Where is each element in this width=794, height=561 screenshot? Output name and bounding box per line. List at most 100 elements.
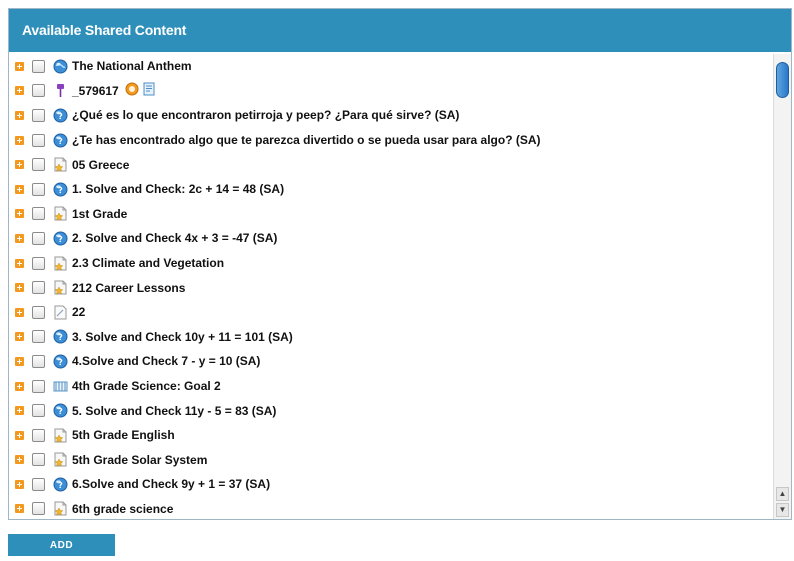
select-checkbox[interactable] — [32, 404, 45, 418]
expand-icon[interactable] — [15, 61, 24, 71]
list-item-label: ¿Qué es lo que encontraron petirroja y p… — [72, 108, 460, 123]
pin-icon — [53, 83, 68, 98]
list-item[interactable]: 6th grade science — [9, 497, 773, 519]
list-item[interactable]: ? 3. Solve and Check 10y + 11 = 101 (SA) — [9, 325, 773, 350]
list-item-label: 4.Solve and Check 7 - y = 10 (SA) — [72, 354, 261, 369]
list-item[interactable]: ? 2. Solve and Check 4x + 3 = -47 (SA) — [9, 226, 773, 251]
content-list[interactable]: The National Anthem _579617? ¿Qué es lo qu… — [9, 54, 773, 519]
list-item[interactable]: 212 Career Lessons — [9, 275, 773, 300]
expand-icon[interactable] — [15, 258, 24, 268]
scrollbar[interactable]: ▲ ▼ — [773, 54, 791, 519]
expand-icon[interactable] — [15, 86, 24, 96]
select-checkbox[interactable] — [32, 453, 45, 467]
lesson-icon — [53, 157, 68, 172]
list-item[interactable]: The National Anthem — [9, 54, 773, 79]
list-item[interactable]: 1st Grade — [9, 202, 773, 227]
svg-text:?: ? — [58, 112, 63, 121]
select-checkbox[interactable] — [32, 158, 45, 172]
list-item-label: _579617 — [72, 83, 119, 98]
question-globe-icon: ? — [53, 231, 68, 246]
list-item[interactable]: ? 4.Solve and Check 7 - y = 10 (SA) — [9, 349, 773, 374]
expand-icon[interactable] — [15, 356, 24, 366]
expand-icon[interactable] — [15, 381, 24, 391]
lesson-icon — [53, 256, 68, 271]
expand-icon[interactable] — [15, 110, 24, 120]
question-globe-icon: ? — [53, 477, 68, 492]
list-item[interactable]: 2.3 Climate and Vegetation — [9, 251, 773, 276]
list-item[interactable]: ? ¿Qué es lo que encontraron petirroja y … — [9, 103, 773, 128]
expand-icon[interactable] — [15, 479, 24, 489]
list-item[interactable]: _579617 — [9, 79, 773, 104]
list-item-label: 4th Grade Science: Goal 2 — [72, 379, 221, 394]
select-checkbox[interactable] — [32, 477, 45, 491]
select-checkbox[interactable] — [32, 305, 45, 319]
available-shared-content-panel: Available Shared Content The National An… — [8, 8, 792, 520]
list-item[interactable]: 4th Grade Science: Goal 2 — [9, 374, 773, 399]
panel-title: Available Shared Content — [9, 9, 791, 52]
expand-icon[interactable] — [15, 135, 24, 145]
list-item[interactable]: ? ¿Te has encontrado algo que te parezca … — [9, 128, 773, 153]
list-item-label: 6.Solve and Check 9y + 1 = 37 (SA) — [72, 477, 271, 492]
select-checkbox[interactable] — [32, 59, 45, 73]
lesson-icon — [53, 452, 68, 467]
list-item-label: 5. Solve and Check 11y - 5 = 83 (SA) — [72, 403, 277, 418]
list-item-label: 22 — [72, 305, 86, 320]
expand-icon[interactable] — [15, 283, 24, 293]
svg-text:?: ? — [58, 333, 63, 342]
question-globe-icon: ? — [53, 108, 68, 123]
scroll-down-arrow[interactable]: ▼ — [776, 503, 789, 517]
question-globe-icon: ? — [53, 354, 68, 369]
svg-text:?: ? — [58, 137, 63, 146]
select-checkbox[interactable] — [32, 330, 45, 344]
select-checkbox[interactable] — [32, 231, 45, 245]
expand-icon[interactable] — [15, 406, 24, 416]
list-item-label: The National Anthem — [72, 59, 192, 74]
select-checkbox[interactable] — [32, 354, 45, 368]
lesson-icon — [53, 501, 68, 517]
list-item-label: 3. Solve and Check 10y + 11 = 101 (SA) — [72, 329, 293, 344]
list-item[interactable]: 5th Grade Solar System — [9, 448, 773, 473]
list-item[interactable]: 22 — [9, 300, 773, 325]
expand-icon[interactable] — [15, 504, 24, 514]
list-item-label: 5th Grade Solar System — [72, 452, 208, 467]
select-checkbox[interactable] — [32, 182, 45, 196]
expand-icon[interactable] — [15, 160, 24, 170]
select-checkbox[interactable] — [32, 108, 45, 122]
expand-icon[interactable] — [15, 233, 24, 243]
expand-icon[interactable] — [15, 307, 24, 317]
scrollbar-thumb[interactable] — [776, 62, 789, 98]
list-item-label: 5th Grade English — [72, 428, 175, 443]
list-item[interactable]: 5th Grade English — [9, 423, 773, 448]
list-item-label: 1. Solve and Check: 2c + 14 = 48 (SA) — [72, 182, 285, 197]
list-item-label: 212 Career Lessons — [72, 280, 186, 295]
lesson-icon — [53, 206, 68, 221]
select-checkbox[interactable] — [32, 428, 45, 442]
add-button[interactable]: ADD — [8, 534, 115, 556]
document-icon — [53, 305, 68, 320]
globe-icon — [53, 59, 68, 74]
expand-icon[interactable] — [15, 332, 24, 342]
select-checkbox[interactable] — [32, 84, 45, 98]
select-checkbox[interactable] — [32, 281, 45, 295]
list-item-label: ¿Te has encontrado algo que te parezca d… — [72, 133, 541, 148]
svg-text:?: ? — [58, 481, 63, 490]
list-item-label: 1st Grade — [72, 206, 128, 221]
select-checkbox[interactable] — [32, 502, 45, 516]
expand-icon[interactable] — [15, 184, 24, 194]
list-item[interactable]: 05 Greece — [9, 152, 773, 177]
expand-icon[interactable] — [15, 209, 24, 219]
select-checkbox[interactable] — [32, 207, 45, 221]
scroll-up-arrow[interactable]: ▲ — [776, 487, 789, 501]
list-item[interactable]: ? 6.Solve and Check 9y + 1 = 37 (SA) — [9, 472, 773, 497]
select-checkbox[interactable] — [32, 379, 45, 393]
list-item[interactable]: ? 1. Solve and Check: 2c + 14 = 48 (SA) — [9, 177, 773, 202]
expand-icon[interactable] — [15, 430, 24, 440]
select-checkbox[interactable] — [32, 256, 45, 270]
list-item-label: 05 Greece — [72, 157, 130, 172]
select-checkbox[interactable] — [32, 133, 45, 147]
list-item-label: 6th grade science — [72, 501, 174, 516]
page-icon — [142, 82, 156, 99]
svg-text:?: ? — [58, 407, 63, 416]
expand-icon[interactable] — [15, 455, 24, 465]
list-item[interactable]: ? 5. Solve and Check 11y - 5 = 83 (SA) — [9, 398, 773, 423]
